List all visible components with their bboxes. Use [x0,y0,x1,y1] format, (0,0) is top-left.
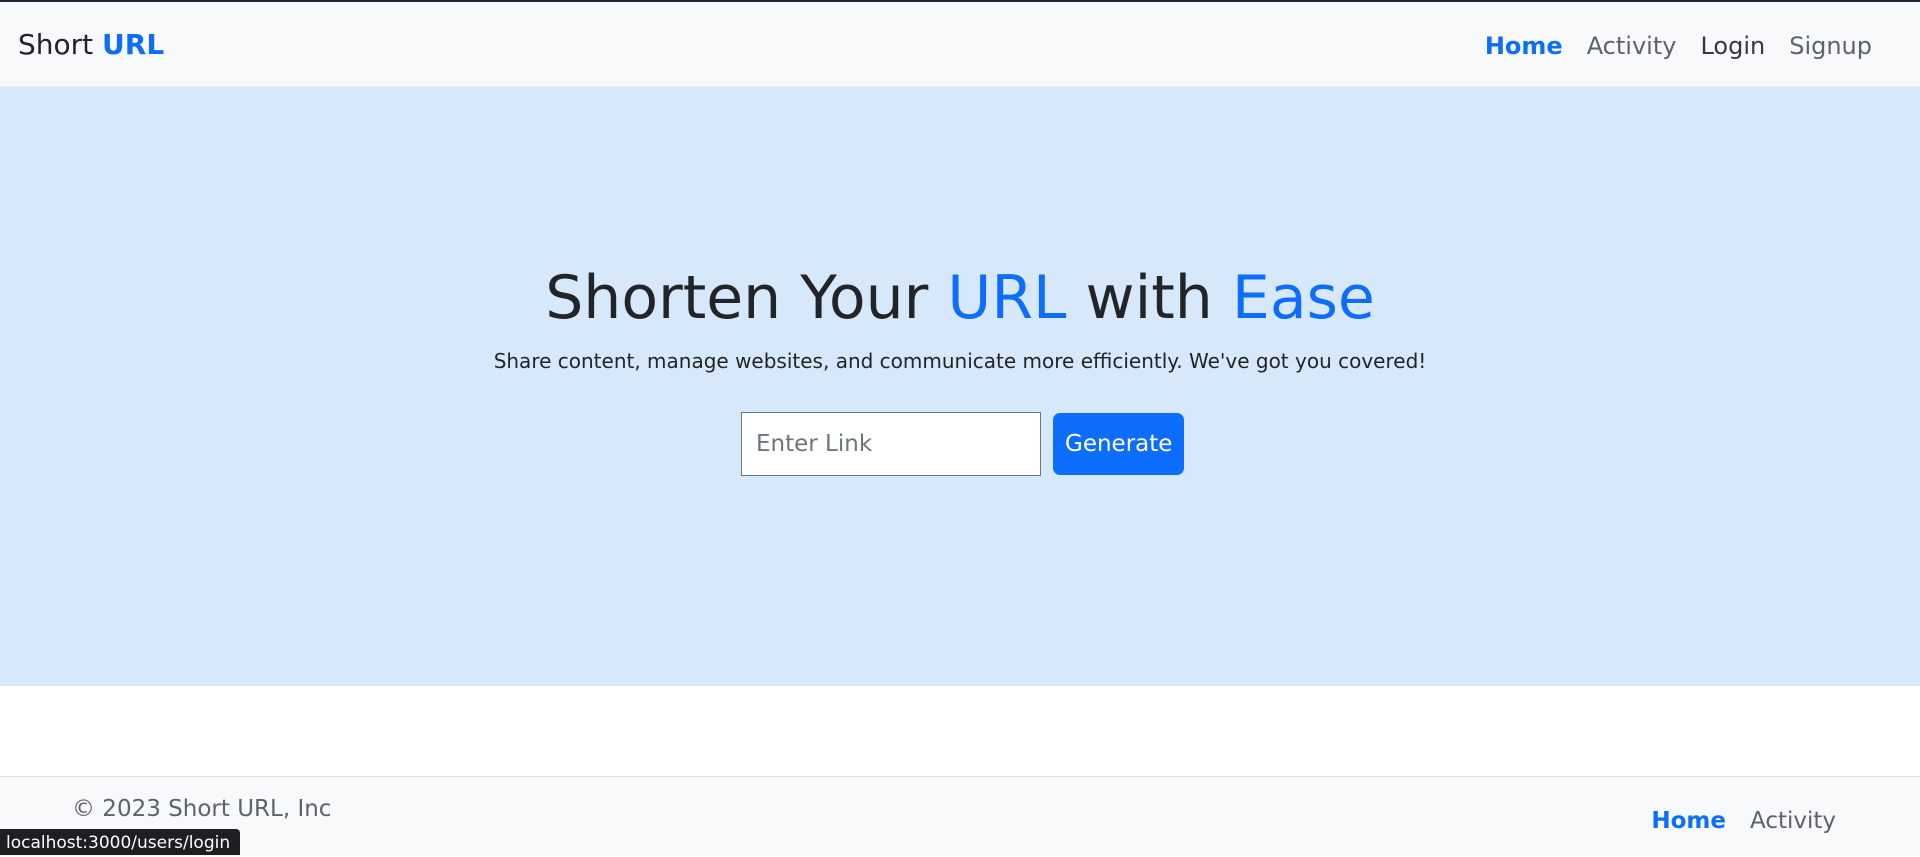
brand-accent: URL [102,28,164,61]
nav-links: Home Activity Login Signup [1485,30,1872,62]
hero-title-url: URL [947,263,1066,333]
footer-home-link[interactable]: Home [1651,806,1726,836]
hero-title-part3: with [1066,263,1231,333]
hero-title: Shorten Your URL with Ease [0,262,1920,334]
nav-home[interactable]: Home [1485,30,1563,62]
link-input[interactable] [741,412,1041,476]
nav-signup[interactable]: Signup [1789,30,1872,62]
footer: © 2023 Short URL, Inc Home Activity [0,776,1920,856]
hero-title-part1: Shorten Your [545,263,947,333]
footer-links: Home Activity [1651,806,1836,836]
hero-subtitle: Share content, manage websites, and comm… [0,348,1920,374]
brand-logo[interactable]: Short URL [18,28,164,62]
browser-status-url: localhost:3000/users/login [0,829,240,855]
nav-activity[interactable]: Activity [1587,30,1677,62]
shorten-form: Generate [741,412,1184,476]
hero-title-ease: Ease [1232,263,1375,333]
footer-activity-link[interactable]: Activity [1750,806,1836,836]
brand-prefix: Short [18,28,93,61]
generate-button[interactable]: Generate [1053,413,1184,475]
copyright-text: © 2023 Short URL, Inc [72,794,331,824]
nav-login[interactable]: Login [1700,30,1765,62]
hero-section: Shorten Your URL with Ease Share content… [0,87,1920,686]
navbar: Short URL Home Activity Login Signup [0,2,1920,87]
